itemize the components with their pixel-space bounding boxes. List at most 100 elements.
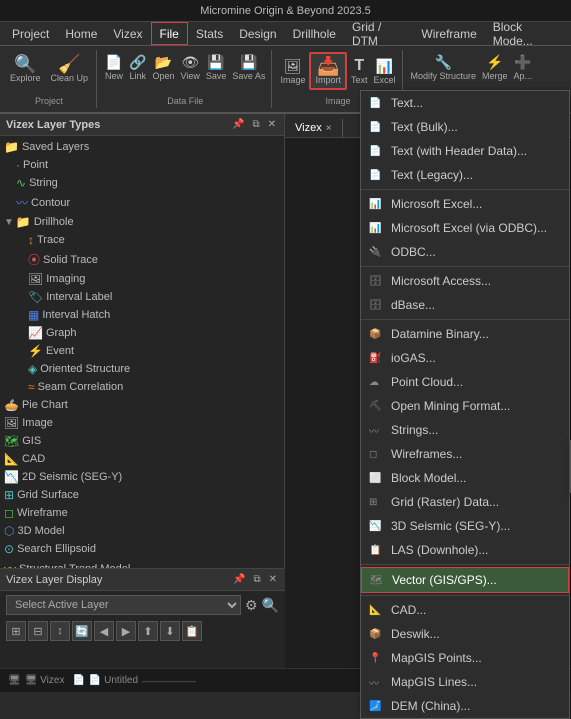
- toolbar-btn-7[interactable]: ⬆: [138, 621, 158, 641]
- tree-item-grid-surface[interactable]: ⊞ Grid Surface: [0, 486, 284, 504]
- menu-datamine[interactable]: 📦 Datamine Binary...: [361, 322, 569, 346]
- toolbar-btn-4[interactable]: 🔄: [72, 621, 92, 641]
- view-icon: 👁: [181, 54, 199, 71]
- menu-wireframe[interactable]: Wireframe: [413, 22, 484, 45]
- tree-item-solid-trace[interactable]: ⦿ Solid Trace: [0, 249, 284, 270]
- cleanup-button[interactable]: 🧹 Clean Up: [47, 52, 93, 86]
- menu-drillhole[interactable]: Drillhole: [285, 22, 344, 45]
- menu-dbase[interactable]: 🗄 dBase...: [361, 293, 569, 317]
- tree-item-seam[interactable]: ≈ Seam Correlation: [0, 378, 284, 396]
- toolbar-btn-9[interactable]: 📋: [182, 621, 202, 641]
- tree-item-string[interactable]: ∿ String: [0, 174, 284, 192]
- bottom-panel-close[interactable]: ✕: [267, 574, 279, 585]
- menu-3d-seismic[interactable]: 📉 3D Seismic (SEG-Y)...: [361, 514, 569, 538]
- menu-vizex[interactable]: Vizex: [105, 22, 150, 45]
- tree-item-event[interactable]: ⚡ Event: [0, 342, 284, 360]
- panel-pin-btn[interactable]: 📌: [230, 119, 246, 130]
- save-as-button[interactable]: 💾 Save As: [230, 52, 267, 83]
- import-button[interactable]: 📥 Import: [309, 52, 347, 90]
- tree-item-search-ellipsoid[interactable]: ⊙ Search Ellipsoid: [0, 540, 284, 558]
- save-button[interactable]: 💾 Save: [204, 52, 229, 83]
- panel-float-btn[interactable]: ⧉: [250, 119, 261, 130]
- explore-button[interactable]: 🔍 Explore: [6, 52, 45, 86]
- link-button[interactable]: 🔗 Link: [127, 52, 148, 83]
- tree-item-3d-model[interactable]: ⬡ 3D Model: [0, 522, 284, 540]
- tree-item-interval-hatch[interactable]: ▦ Interval Hatch: [0, 306, 284, 324]
- bottom-panel-float[interactable]: ⧉: [251, 574, 262, 585]
- bottom-panel-title: Vizex Layer Display: [6, 574, 102, 586]
- menu-open-mining[interactable]: ⛏ Open Mining Format...: [361, 394, 569, 418]
- project-group-label: Project: [35, 96, 63, 106]
- menu-mapgis-points[interactable]: 📍 MapGIS Points...: [361, 646, 569, 670]
- toolbar-btn-1[interactable]: ⊞: [6, 621, 26, 641]
- open-button[interactable]: 📂 Open: [151, 52, 177, 83]
- doc-tab-label: Vizex: [295, 122, 322, 134]
- bottom-panel-pin[interactable]: 📌: [231, 574, 247, 585]
- menu-block-model-import[interactable]: ⬜ Block Model...: [361, 466, 569, 490]
- toolbar-btn-3[interactable]: ↕: [50, 621, 70, 641]
- tree-item-oriented[interactable]: ◈ Oriented Structure: [0, 360, 284, 378]
- menu-strings[interactable]: 〰 Strings...: [361, 418, 569, 442]
- layer-search-btn[interactable]: 🔍: [262, 597, 279, 614]
- tree-item-drillhole[interactable]: ▼ 📁 Drillhole: [0, 213, 284, 231]
- menu-ms-access[interactable]: 🗄 Microsoft Access...: [361, 269, 569, 293]
- merge-icon: ⚡: [486, 54, 503, 71]
- panel-close-btn[interactable]: ✕: [266, 119, 278, 130]
- tree-item-wireframe[interactable]: ◻ Wireframe: [0, 504, 284, 522]
- toolbar-btn-5[interactable]: ◀: [94, 621, 114, 641]
- tree-item-imaging[interactable]: 🖼 Imaging: [0, 270, 284, 288]
- tree-item-contour[interactable]: 〰 Contour: [0, 192, 284, 213]
- menu-odbc[interactable]: 🔌 ODBC...: [361, 240, 569, 264]
- modify-structure-button[interactable]: 🔧 Modify Structure: [409, 52, 479, 83]
- image-button[interactable]: 🖼 Image: [278, 56, 307, 87]
- menu-vector-gis[interactable]: 🗺 Vector (GIS/GPS)...: [361, 567, 569, 593]
- tree-item-graph[interactable]: 📈 Graph: [0, 324, 284, 342]
- toolbar-btn-8[interactable]: ⬇: [160, 621, 180, 641]
- menu-project[interactable]: Project: [4, 22, 57, 45]
- tree-item-cad[interactable]: 📐 CAD: [0, 450, 284, 468]
- menu-text-legacy[interactable]: 📄 Text (Legacy)...: [361, 163, 569, 187]
- menu-grid-raster[interactable]: ⊞ Grid (Raster) Data...: [361, 490, 569, 514]
- menu-deswik[interactable]: 📦 Deswik...: [361, 622, 569, 646]
- tree-item-point[interactable]: · Point: [0, 156, 284, 174]
- text-button[interactable]: T Text: [349, 55, 370, 87]
- menu-point-cloud[interactable]: ☁ Point Cloud...: [361, 370, 569, 394]
- toolbar-btn-6[interactable]: ▶: [116, 621, 136, 641]
- append-button[interactable]: ➕ Ap...: [512, 52, 535, 83]
- menu-block-model[interactable]: Block Mode...: [485, 22, 567, 45]
- toolbar-btn-2[interactable]: ⊟: [28, 621, 48, 641]
- tree-item-gis[interactable]: 🗺 GIS: [0, 432, 284, 450]
- view-button[interactable]: 👁 View: [179, 52, 202, 83]
- menu-design[interactable]: Design: [231, 22, 284, 45]
- menu-home[interactable]: Home: [57, 22, 105, 45]
- tree-item-trace[interactable]: ↕ Trace: [0, 231, 284, 249]
- new-button[interactable]: 📄 New: [103, 52, 125, 83]
- active-layer-select[interactable]: Select Active Layer: [6, 595, 241, 615]
- menu-cad[interactable]: 📐 CAD...: [361, 598, 569, 622]
- menu-las-downhole[interactable]: 📋 LAS (Downhole)...: [361, 538, 569, 562]
- doc-tab-close[interactable]: ×: [326, 123, 332, 134]
- menu-stats[interactable]: Stats: [188, 22, 231, 45]
- merge-button[interactable]: ⚡ Merge: [480, 52, 510, 83]
- menu-text[interactable]: 📄 Text...: [361, 91, 569, 115]
- status-vizex: 🖥 🖥 Vizex: [8, 675, 64, 686]
- menu-mapgis-lines[interactable]: 〰 MapGIS Lines...: [361, 670, 569, 694]
- tree-item-piechart[interactable]: 🥧 Pie Chart: [0, 396, 284, 414]
- excel-button[interactable]: 📊 Excel: [371, 56, 397, 87]
- menu-wireframes[interactable]: ◻ Wireframes...: [361, 442, 569, 466]
- layer-settings-btn[interactable]: ⚙: [245, 597, 258, 614]
- menu-ms-excel[interactable]: 📊 Microsoft Excel...: [361, 192, 569, 216]
- menu-iogas[interactable]: ⛽ ioGAS...: [361, 346, 569, 370]
- panel-title: Vizex Layer Types: [6, 119, 100, 131]
- tree-item-interval-label[interactable]: 🏷 Interval Label: [0, 288, 284, 306]
- doc-tab-vizex[interactable]: Vizex ×: [285, 119, 343, 137]
- tree-item-saved[interactable]: 📁 Saved Layers: [0, 138, 284, 156]
- menu-dem-china[interactable]: 🗾 DEM (China)...: [361, 694, 569, 718]
- tree-item-2d-seismic[interactable]: 📉 2D Seismic (SEG-Y): [0, 468, 284, 486]
- menu-text-header[interactable]: 📄 Text (with Header Data)...: [361, 139, 569, 163]
- tree-item-image[interactable]: 🖼 Image: [0, 414, 284, 432]
- menu-file[interactable]: File: [151, 22, 188, 45]
- menu-ms-excel-odbc[interactable]: 📊 Microsoft Excel (via ODBC)...: [361, 216, 569, 240]
- menu-grid-dtm[interactable]: Grid / DTM: [344, 22, 413, 45]
- menu-text-bulk[interactable]: 📄 Text (Bulk)...: [361, 115, 569, 139]
